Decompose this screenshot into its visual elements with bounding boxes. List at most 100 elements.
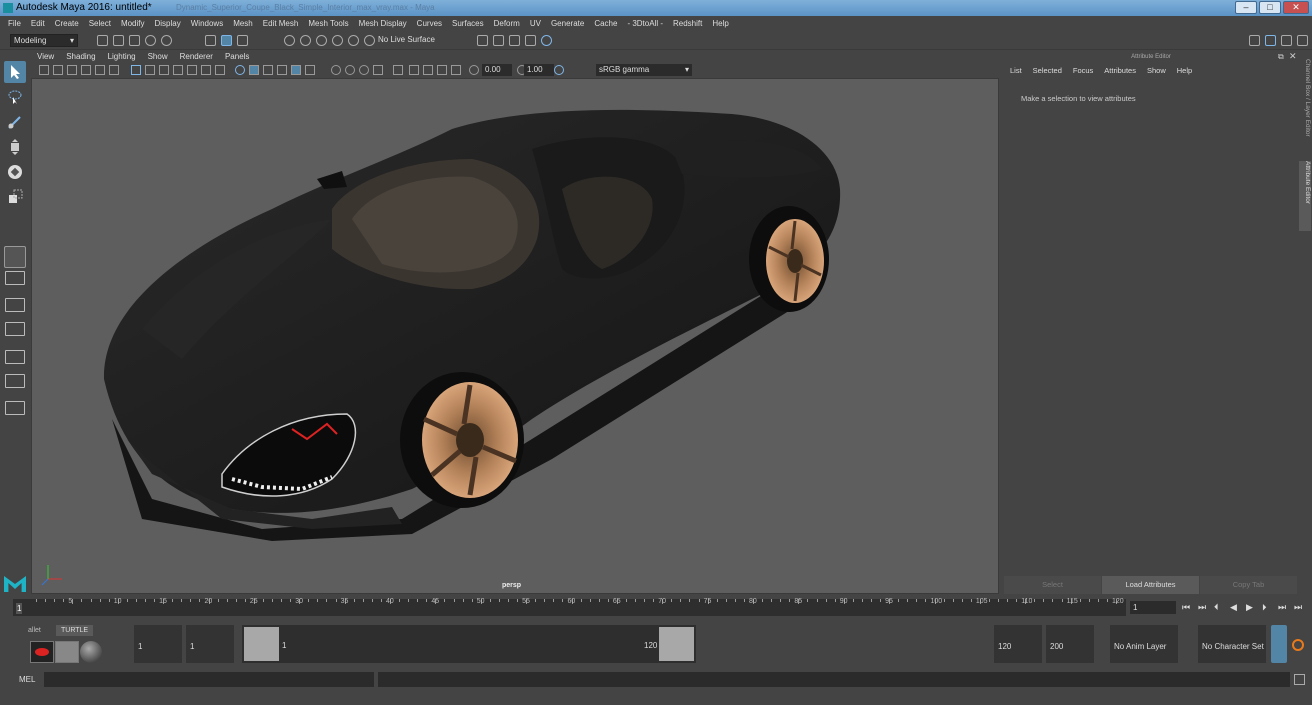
isolate-select-icon[interactable] <box>393 65 403 75</box>
gamma-field[interactable]: 1.00 <box>524 64 554 76</box>
snap-grid-icon[interactable] <box>284 35 295 46</box>
menu-select[interactable]: Select <box>85 19 117 28</box>
render-frame-icon[interactable] <box>477 35 488 46</box>
open-scene-icon[interactable] <box>113 35 124 46</box>
auto-key-icon[interactable] <box>1271 625 1287 663</box>
menu-windows[interactable]: Windows <box>187 19 229 28</box>
render-settings-icon[interactable] <box>525 35 536 46</box>
menu-curves[interactable]: Curves <box>413 19 448 28</box>
menu-edit-mesh[interactable]: Edit Mesh <box>259 19 305 28</box>
live-surface-label[interactable]: No Live Surface <box>378 35 435 44</box>
ae-menu-help[interactable]: Help <box>1177 66 1203 75</box>
menu-mesh[interactable]: Mesh <box>229 19 259 28</box>
range-end-handle[interactable] <box>659 627 694 661</box>
select-tool-button[interactable] <box>4 61 26 83</box>
lasso-tool-button[interactable] <box>4 86 26 108</box>
xray-joints-icon[interactable] <box>423 65 433 75</box>
current-frame-field[interactable]: 1 <box>1130 601 1176 614</box>
range-start-handle[interactable] <box>244 627 279 661</box>
menu-set-dropdown[interactable]: Modeling ▾ <box>10 34 78 47</box>
wireframe-on-shaded-icon[interactable] <box>263 65 273 75</box>
layout-persp-outliner-icon[interactable] <box>5 322 25 336</box>
wireframe-icon[interactable] <box>235 65 245 75</box>
character-set-dropdown[interactable]: No Character Set <box>1198 625 1266 663</box>
ambient-occlusion-icon[interactable] <box>331 65 341 75</box>
play-backwards-icon[interactable]: ◀ <box>1230 602 1237 613</box>
backface-icon[interactable] <box>451 65 461 75</box>
shelf-tab-pallet[interactable]: allet <box>28 627 41 634</box>
bookmark-icon[interactable] <box>67 65 77 75</box>
layout-persp-graph-icon[interactable] <box>5 350 25 364</box>
resolution-gate-icon[interactable] <box>159 65 169 75</box>
grid-icon[interactable] <box>131 65 141 75</box>
lighting-icon[interactable] <box>291 65 301 75</box>
channel-box-toggle-icon[interactable] <box>1297 35 1308 46</box>
grease-pencil-icon[interactable] <box>109 65 119 75</box>
xray-components-icon[interactable] <box>437 65 447 75</box>
minimize-button[interactable]: – <box>1235 1 1257 14</box>
current-time-marker[interactable]: 1 <box>16 603 23 614</box>
menu-create[interactable]: Create <box>51 19 85 28</box>
ae-menu-list[interactable]: List <box>1010 66 1033 75</box>
workspace-icon[interactable] <box>1249 35 1260 46</box>
motion-blur-icon[interactable] <box>345 65 355 75</box>
ipr-render-icon[interactable] <box>493 35 504 46</box>
copy-tab-button[interactable]: Copy Tab <box>1200 576 1297 594</box>
menu-deform[interactable]: Deform <box>490 19 526 28</box>
menu-generate[interactable]: Generate <box>547 19 590 28</box>
color-management-icon[interactable] <box>554 65 564 75</box>
play-forwards-icon[interactable]: ▶ <box>1246 602 1253 613</box>
select-button[interactable]: Select <box>1004 576 1101 594</box>
shader-swatch-fire-icon[interactable] <box>30 641 54 663</box>
perspective-viewport[interactable]: persp <box>31 78 999 594</box>
image-plane-icon[interactable] <box>81 65 91 75</box>
close-panel-icon[interactable]: ✕ <box>1289 51 1297 62</box>
exposure-field[interactable]: 0.00 <box>482 64 512 76</box>
select-hierarchy-icon[interactable] <box>205 35 216 46</box>
layout-single-button[interactable] <box>4 246 26 268</box>
textured-icon[interactable] <box>277 65 287 75</box>
menu-uv[interactable]: UV <box>526 19 547 28</box>
snap-curve-icon[interactable] <box>300 35 311 46</box>
channel-box-tab[interactable]: Channel Box / Layer Editor <box>1299 59 1311 159</box>
new-scene-icon[interactable] <box>97 35 108 46</box>
menu-file[interactable]: File <box>4 19 27 28</box>
command-language-label[interactable]: MEL <box>19 675 35 684</box>
panel-menu-view[interactable]: View <box>31 51 60 62</box>
playback-start-field[interactable]: 1 <box>186 625 234 663</box>
menu-display[interactable]: Display <box>151 19 187 28</box>
menu-edit[interactable]: Edit <box>27 19 51 28</box>
go-to-start-icon[interactable]: ⏮ <box>1182 602 1190 613</box>
float-panel-icon[interactable]: ⧉ <box>1278 52 1284 62</box>
animation-prefs-icon[interactable] <box>1292 639 1304 651</box>
scene-start-field[interactable]: 1 <box>134 625 182 663</box>
step-back-frame-icon[interactable]: ⏴ <box>1214 602 1219 613</box>
menu-surfaces[interactable]: Surfaces <box>448 19 490 28</box>
film-gate-icon[interactable] <box>145 65 155 75</box>
step-back-key-icon[interactable]: ⏭ <box>1198 602 1206 613</box>
time-slider-track[interactable]: 1 5 10 15 20 25 30 35 40 45 50 55 60 65 70 75 80 85 90 95 1… <box>13 598 1126 616</box>
select-component-icon[interactable] <box>237 35 248 46</box>
playback-range-bar[interactable]: 1 120 <box>242 625 696 663</box>
view-transform-dropdown[interactable]: sRGB gamma ▾ <box>596 64 692 76</box>
undo-icon[interactable] <box>145 35 156 46</box>
camera-attrs-icon[interactable] <box>53 65 63 75</box>
go-to-end-icon[interactable]: ⏭ <box>1294 602 1302 613</box>
select-object-icon[interactable] <box>221 35 232 46</box>
panel-menu-shading[interactable]: Shading <box>60 51 101 62</box>
layout-four-icon[interactable] <box>5 271 25 285</box>
safe-title-icon[interactable] <box>215 65 225 75</box>
xray-icon[interactable] <box>409 65 419 75</box>
redo-icon[interactable] <box>161 35 172 46</box>
gate-mask-icon[interactable] <box>173 65 183 75</box>
step-forward-frame-icon[interactable]: ⏵ <box>1262 602 1267 613</box>
snap-surface-icon[interactable] <box>348 35 359 46</box>
move-tool-button[interactable] <box>4 136 26 158</box>
ae-menu-focus[interactable]: Focus <box>1073 66 1104 75</box>
menu-mesh-tools[interactable]: Mesh Tools <box>304 19 354 28</box>
ae-menu-attributes[interactable]: Attributes <box>1104 66 1147 75</box>
menu-cache[interactable]: Cache <box>590 19 623 28</box>
anim-layer-dropdown[interactable]: No Anim Layer <box>1110 625 1178 663</box>
menu-redshift[interactable]: Redshift <box>669 19 708 28</box>
layout-outliner-icon[interactable] <box>5 401 25 415</box>
